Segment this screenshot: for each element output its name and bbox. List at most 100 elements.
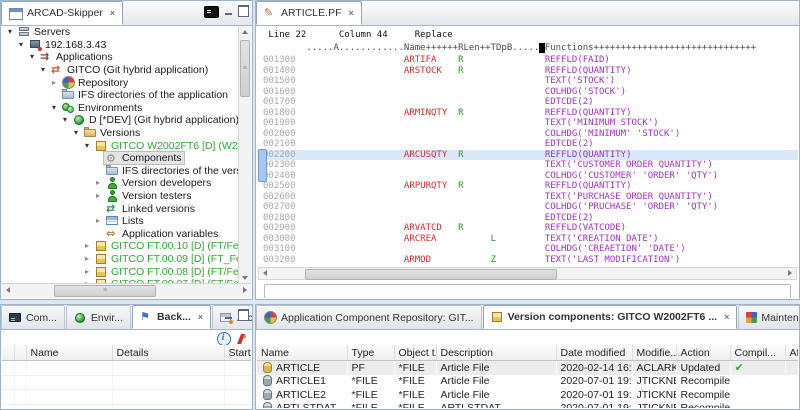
scrollbar-thumb[interactable]: ≡ xyxy=(54,285,156,297)
expand-arrow-icon[interactable]: ▸ xyxy=(49,77,59,89)
tree-horizontal-scrollbar[interactable]: ≡ xyxy=(2,283,251,298)
minimize-icon[interactable] xyxy=(224,311,233,320)
expand-arrow-icon[interactable]: ▸ xyxy=(82,266,92,278)
column-header-start[interactable]: Start xyxy=(224,345,251,361)
tree-item-gitco-w2002ft6-d-w2002ft6-f[interactable]: ▾ GITCO W2002FT6 [D] (W2002FT6) [*F xyxy=(2,139,239,152)
editor-line-003100[interactable]: 003100 COLHDG('CREAETION' 'DATE') xyxy=(257,244,798,255)
tree-item-192-168-3-43[interactable]: ▾ 192.168.3.43 xyxy=(2,39,239,52)
scroll-up-icon[interactable] xyxy=(239,26,251,38)
close-icon[interactable]: × xyxy=(724,312,729,322)
expand-arrow-icon[interactable]: ▸ xyxy=(93,190,103,202)
scrollbar-thumb[interactable]: ≡ xyxy=(240,40,250,97)
red-action-icon[interactable] xyxy=(235,333,248,345)
tree-item-d-dev-git-hybrid-application[interactable]: ▾ D [*DEV] (Git hybrid application) xyxy=(2,114,239,127)
lpex-editor[interactable]: Line 22 Column 44 Replace .....A........… xyxy=(257,26,798,298)
maximize-icon[interactable] xyxy=(238,309,249,321)
expand-arrow-icon[interactable]: ▾ xyxy=(38,64,48,76)
console-icon[interactable] xyxy=(204,6,219,18)
tree-item-version-testers[interactable]: ▸ Version testers xyxy=(2,190,239,203)
tree-vertical-scrollbar[interactable]: ≡ xyxy=(238,26,251,284)
editor-line-001900[interactable]: 001900 TEXT('MINIMUM STOCK') xyxy=(257,118,798,129)
expand-arrow-icon[interactable]: ▾ xyxy=(82,140,92,152)
view-tab-application-component-repository-git[interactable]: Application Component Repository: GIT... xyxy=(256,305,482,329)
column-header-blank[interactable] xyxy=(2,345,15,361)
column-header-details[interactable]: Details xyxy=(112,345,225,361)
minimize-icon[interactable] xyxy=(224,7,233,16)
editor-line-002500[interactable]: 002500 ARPURQTY R REFFLD(QUANTITY) xyxy=(257,181,798,192)
expand-arrow-icon[interactable]: ▸ xyxy=(82,240,92,252)
editor-line-002000[interactable]: 002000 COLHDG('MINIMUM' 'STOCK') xyxy=(257,129,798,140)
expand-arrow-icon[interactable]: ▸ xyxy=(93,215,103,227)
table-row-article[interactable]: ARTICLE PF *FILE Article File 2020-02-14 16:… xyxy=(257,360,798,375)
tree-item-linked-versions[interactable]: Linked versions xyxy=(2,202,239,215)
scrollbar-thumb[interactable] xyxy=(305,269,557,280)
column-header-object-t[interactable]: Object t... xyxy=(394,345,437,361)
view-tab-arcad-skipper[interactable]: ARCAD-Skipper × xyxy=(1,1,124,25)
column-header-description[interactable]: Description xyxy=(436,345,557,361)
tree-item-components[interactable]: Components xyxy=(2,151,239,166)
close-icon[interactable]: × xyxy=(349,8,354,18)
column-header-compil[interactable]: Compil... xyxy=(730,345,786,361)
tree-item-gitco-ft-00-09-d-ft-feature-9-f[interactable]: ▸ GITCO FT.00.09 [D] (FT_Feature_9) [*F xyxy=(2,253,239,266)
expand-arrow-icon[interactable]: ▾ xyxy=(71,127,81,139)
editor-line-002300[interactable]: 002300 TEXT('CUSTOMER ORDER QUANTITY') xyxy=(257,160,798,171)
view-tab-maintenance-reports-application-rxb[interactable]: Maintenance reports - Application:RXB (.… xyxy=(738,305,799,329)
expand-arrow-icon[interactable]: ▸ xyxy=(93,177,103,189)
info-icon[interactable] xyxy=(217,332,231,346)
column-header-name[interactable]: Name xyxy=(26,345,113,361)
tree-item-application-variables[interactable]: Application variables xyxy=(2,228,239,241)
expand-arrow-icon[interactable]: ▾ xyxy=(60,114,70,126)
tree-item-servers[interactable]: ▾ Servers xyxy=(2,26,239,39)
table-row-artlstdat[interactable]: ARTLSTDAT*FILE*FILEARTLSTDAT2020-07-01 1… xyxy=(257,402,798,408)
tree-item-gitco-ft-00-10-d-ft-feature-10[interactable]: ▸ GITCO FT.00.10 [D] (FT/Feature_10) [* xyxy=(2,240,239,253)
editor-line-003000[interactable]: 003000 ARCREA L TEXT('CREATION DATE') xyxy=(257,234,798,245)
editor-tab-article-pf[interactable]: ARTICLE.PF × xyxy=(256,1,362,25)
tree-item-ifs-directories-of-the-application[interactable]: IFS directories of the application xyxy=(2,89,239,102)
editor-line-002600[interactable]: 002600 TEXT('PURCHASE ORDER QUANTITY') xyxy=(257,192,798,203)
scroll-right-icon[interactable] xyxy=(239,284,251,296)
tree-item-version-developers[interactable]: ▸ Version developers xyxy=(2,177,239,190)
column-header-af[interactable]: Af xyxy=(785,345,798,361)
scroll-left-icon[interactable] xyxy=(2,284,14,296)
editor-line-001700[interactable]: 001700 EDTCDE(2) xyxy=(257,97,798,108)
editor-line-002900[interactable]: 002900 ARVATCD R REFFLD(VATCODE) xyxy=(257,223,798,234)
editor-line-002200[interactable]: 002200 ARCUSQTY R REFFLD(QUANTITY) xyxy=(257,149,798,160)
tree-item-repository[interactable]: ▸ Repository xyxy=(2,76,239,90)
column-header-date-modified[interactable]: Date modified xyxy=(556,345,633,361)
column-header-blank[interactable] xyxy=(14,345,27,361)
view-tab-version-components-gitco-w2002ft6[interactable]: Version components: GITCO W2002FT6 ... × xyxy=(482,305,738,329)
editor-line-002400[interactable]: 002400 COLHDG('CUSTOMER' 'ORDER' 'QTY') xyxy=(257,171,798,182)
tree-item-environments[interactable]: ▾ Environments xyxy=(2,102,239,115)
expand-arrow-icon[interactable]: ▾ xyxy=(27,51,37,63)
editor-line-003200[interactable]: 003200 ARMOD Z TEXT('LAST MODIFICATION') xyxy=(257,255,798,266)
tree-item-lists[interactable]: ▸ Lists xyxy=(2,215,239,228)
editor-horizontal-scrollbar[interactable] xyxy=(258,267,797,280)
maximize-icon[interactable] xyxy=(238,5,249,17)
view-tab-envir[interactable]: Envir... xyxy=(65,305,132,329)
editor-line-001500[interactable]: 001500 TEXT('STOCK') xyxy=(257,76,798,87)
view-tab-back[interactable]: Back... × xyxy=(132,305,212,329)
scroll-left-icon[interactable] xyxy=(259,267,271,279)
view-tab-com[interactable]: Com... xyxy=(1,305,65,329)
close-icon[interactable]: × xyxy=(110,8,115,18)
editor-line-001600[interactable]: 001600 COLHDG('STOCK') xyxy=(257,87,798,98)
editor-line-001300[interactable]: 001300 ARTIFA R REFFLD(FAID) xyxy=(257,55,798,66)
editor-line-002100[interactable]: 002100 EDTCDE(2) xyxy=(257,139,798,150)
expand-arrow-icon[interactable]: ▾ xyxy=(5,26,15,38)
editor-line-001400[interactable]: 001400 ARSTOCK R REFFLD(QUANTITY) xyxy=(257,66,798,77)
expand-arrow-icon[interactable]: ▸ xyxy=(82,253,92,265)
editor-line-002800[interactable]: 002800 EDTCDE(2) xyxy=(257,213,798,224)
tree-item-ifs-directories-of-the-version[interactable]: IFS directories of the version xyxy=(2,164,239,178)
editor-line-002700[interactable]: 002700 COLHDG('PRUCHASE' 'ORDER' 'QTY') xyxy=(257,202,798,213)
column-header-modifie[interactable]: Modifie... xyxy=(632,345,677,361)
column-header-action[interactable]: Action xyxy=(676,345,731,361)
editor-lines[interactable]: 001300 ARTIFA R REFFLD(FAID) 001400 ARSTO… xyxy=(257,55,798,265)
column-header-name[interactable]: Name xyxy=(257,345,348,361)
tree-item-gitco-ft-00-08-d-ft-feature-8-f[interactable]: ▸ GITCO FT.00.08 [D] (FT/Feature_8) [*F xyxy=(2,265,239,278)
table-row-article1[interactable]: ARTICLE1 *FILE *FILE Article File 2020-07-01… xyxy=(257,375,798,389)
close-icon[interactable]: × xyxy=(198,312,203,322)
column-header-type[interactable]: Type xyxy=(347,345,395,361)
tree-item-versions[interactable]: ▾ Versions xyxy=(2,127,239,140)
editor-line-001800[interactable]: 001800 ARMINQTY R REFFLD(QUANTITY) xyxy=(257,108,798,119)
tree-item-applications[interactable]: ▾ Applications xyxy=(2,51,239,64)
